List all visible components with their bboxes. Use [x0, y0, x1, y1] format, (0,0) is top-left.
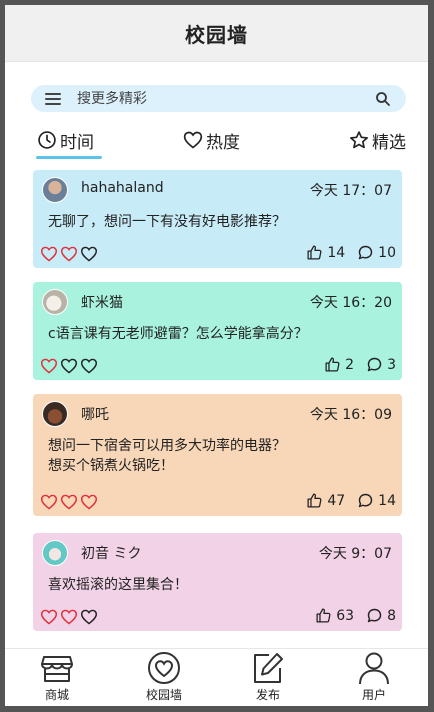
heart-icon[interactable] [40, 494, 58, 510]
tab-hot[interactable]: 热度 [183, 123, 240, 157]
post-time: 今天 17：07 [309, 183, 392, 199]
post-card[interactable]: 初音 ミク 今天 9：07 喜欢摇滚的这里集合！ 63 8 [33, 533, 402, 631]
heart-icon[interactable] [40, 246, 58, 262]
like-count: 14 [327, 244, 346, 261]
heart-icon[interactable] [80, 609, 98, 625]
like-button[interactable]: 63 [315, 607, 354, 624]
heart-rating[interactable] [40, 609, 98, 625]
heart-icon[interactable] [40, 609, 58, 625]
top-bar: 校园墙 [5, 5, 428, 62]
comment-count: 3 [387, 356, 396, 373]
comment-button[interactable]: 8 [366, 607, 396, 624]
heart-outline-icon [183, 131, 203, 149]
tabbar-item-wall[interactable]: 校园墙 [124, 651, 204, 705]
search-input[interactable] [77, 90, 374, 107]
like-button[interactable]: 47 [306, 492, 345, 509]
thumbs-up-icon [307, 493, 322, 508]
menu-icon[interactable] [45, 92, 61, 105]
tab-featured[interactable]: 精选 [349, 123, 406, 157]
comment-icon [367, 608, 382, 623]
active-tab-indicator [36, 156, 102, 159]
bottom-tab-bar: 商城 校园墙 发布 用户 [5, 648, 428, 706]
tabbar-label: 用户 [361, 688, 386, 702]
avatar[interactable] [42, 540, 68, 566]
tabbar-label: 商城 [44, 688, 69, 702]
filter-tabs: 时间 热度 精选 [31, 123, 406, 159]
tab-time[interactable]: 时间 [37, 123, 94, 157]
tab-label: 时间 [60, 132, 94, 153]
tabbar-item-post[interactable]: 发布 [228, 651, 308, 705]
avatar[interactable] [42, 289, 68, 315]
edit-icon [254, 653, 283, 683]
page-title: 校园墙 [185, 22, 248, 47]
post-card[interactable]: hahahaland 今天 17：07 无聊了，想问一下有没有好电影推荐？ 14… [33, 170, 402, 268]
shop-icon [41, 656, 73, 682]
like-count: 47 [327, 492, 346, 509]
star-outline-icon [350, 131, 368, 149]
post-card[interactable]: 虾米猫 今天 16：20 c语言课有无老师避雷？怎么学能拿高分？ 2 3 [33, 282, 402, 380]
thumbs-up-icon [325, 357, 340, 372]
comment-count: 8 [387, 607, 396, 624]
post-content: 想问一下宿舍可以用多大功率的电器？ 想买个锅煮火锅吃！ [48, 438, 286, 474]
post-time: 今天 16：20 [309, 295, 392, 311]
heart-circle-icon [148, 652, 180, 684]
comment-button[interactable]: 3 [366, 356, 396, 373]
post-author[interactable]: 虾米猫 [81, 292, 123, 312]
post-stats: 63 8 [315, 607, 396, 624]
like-button[interactable]: 2 [324, 356, 354, 373]
app-frame: 校园墙 时间 热度 精选 hahahaland 今天 17：07 无聊了，想问一… [5, 5, 428, 706]
post-content: c语言课有无老师避雷？怎么学能拿高分？ [48, 326, 308, 342]
thumbs-up-icon [307, 245, 322, 260]
post-time: 今天 9：07 [318, 546, 392, 562]
post-stats: 14 10 [306, 244, 396, 261]
heart-icon[interactable] [60, 246, 78, 262]
like-count: 63 [336, 607, 355, 624]
post-author[interactable]: hahahaland [81, 180, 164, 196]
heart-icon[interactable] [60, 494, 78, 510]
post-author[interactable]: 初音 ミク [81, 543, 141, 563]
like-button[interactable]: 14 [306, 244, 345, 261]
tab-label: 热度 [206, 132, 240, 153]
post-content: 无聊了，想问一下有没有好电影推荐？ [48, 214, 286, 230]
search-icon[interactable] [374, 90, 392, 108]
clock-icon [38, 131, 56, 149]
comment-button[interactable]: 10 [357, 244, 396, 261]
heart-rating[interactable] [40, 358, 98, 374]
comment-count: 14 [378, 492, 396, 509]
post-author[interactable]: 哪吒 [81, 404, 109, 424]
tabbar-item-shop[interactable]: 商城 [17, 651, 97, 705]
heart-rating[interactable] [40, 246, 98, 262]
post-stats: 2 3 [324, 356, 396, 373]
comment-icon [358, 245, 373, 260]
heart-icon[interactable] [60, 609, 78, 625]
heart-icon[interactable] [80, 246, 98, 262]
comment-icon [367, 357, 382, 372]
post-card[interactable]: 哪吒 今天 16：09 想问一下宿舍可以用多大功率的电器？ 想买个锅煮火锅吃！ … [33, 394, 402, 516]
heart-rating[interactable] [40, 494, 98, 510]
heart-icon[interactable] [80, 494, 98, 510]
post-stats: 47 14 [306, 492, 396, 509]
post-time: 今天 16：09 [309, 407, 392, 423]
heart-icon[interactable] [40, 358, 58, 374]
thumbs-up-icon [316, 608, 331, 623]
avatar[interactable] [42, 177, 68, 203]
tabbar-item-user[interactable]: 用户 [334, 651, 414, 705]
post-content: 喜欢摇滚的这里集合！ [48, 577, 188, 593]
heart-icon[interactable] [80, 358, 98, 374]
tabbar-label: 发布 [255, 688, 280, 702]
tab-label: 精选 [372, 132, 406, 153]
tabbar-label: 校园墙 [145, 688, 182, 702]
heart-icon[interactable] [60, 358, 78, 374]
user-icon [359, 652, 389, 685]
comment-button[interactable]: 14 [357, 492, 396, 509]
comment-count: 10 [378, 244, 396, 261]
avatar[interactable] [42, 401, 68, 427]
like-count: 2 [345, 356, 355, 373]
comment-icon [358, 493, 373, 508]
search-bar[interactable] [31, 85, 406, 112]
